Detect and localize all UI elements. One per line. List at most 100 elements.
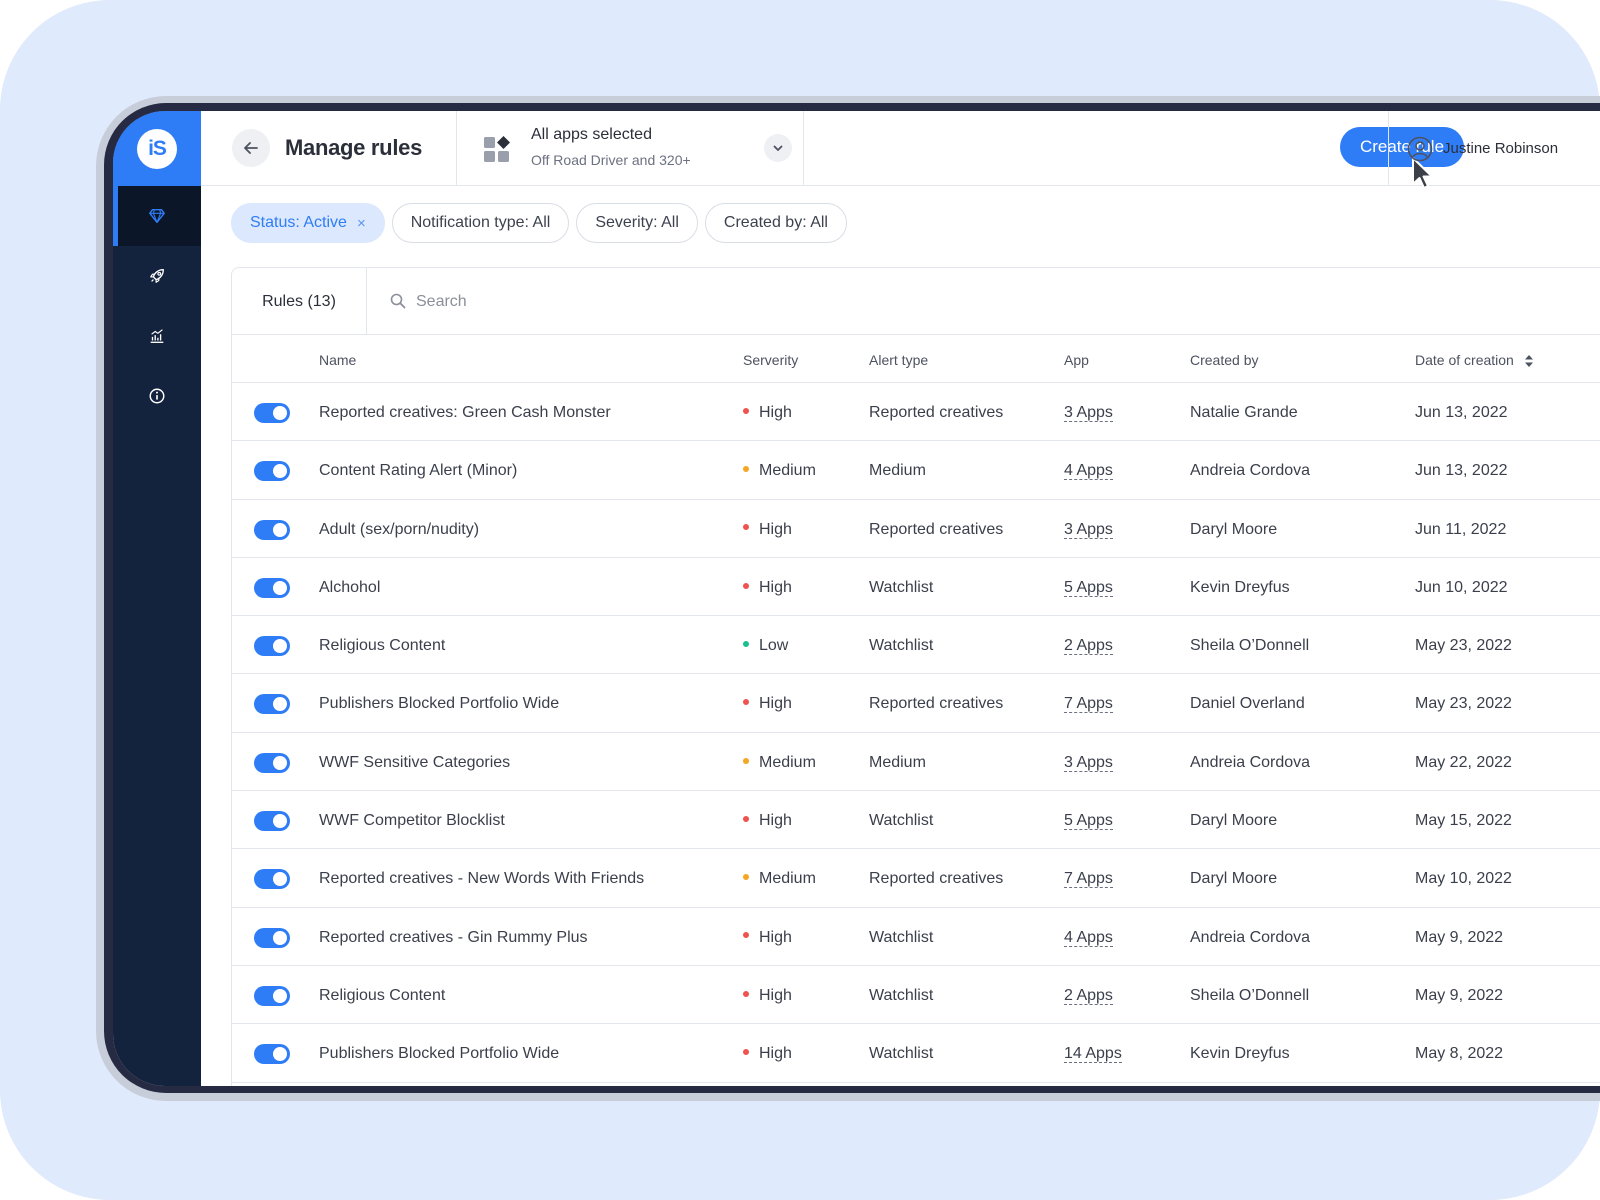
rule-name[interactable]: Publishers Blocked Portfolio Wide (319, 695, 559, 713)
rule-name[interactable]: Content Rating Alert (Minor) (319, 462, 517, 480)
rule-name[interactable]: Reported creatives: Green Cash Monster (319, 404, 611, 422)
apps-cell: 14 Apps (1064, 1045, 1122, 1064)
rule-enabled-toggle[interactable] (254, 403, 290, 423)
rule-name[interactable]: WWF Competitor Blocklist (319, 812, 505, 830)
apps-link[interactable]: 4 Apps (1064, 462, 1113, 481)
sidebar-item-launch[interactable] (113, 246, 201, 306)
rule-enabled-toggle[interactable] (254, 1044, 290, 1065)
apps-link[interactable]: 14 Apps (1064, 1045, 1122, 1064)
header-divider (803, 111, 804, 186)
table-row[interactable]: WWF Sensitive Categories Medium Medium 3 Ap… (232, 733, 1600, 792)
app-selector-dropdown[interactable] (764, 134, 792, 162)
table-row[interactable]: Reported creatives - Gin Rummy Plus High W… (232, 908, 1600, 966)
rule-name[interactable]: Alchohol (319, 579, 380, 597)
apps-cell: 7 Apps (1064, 870, 1113, 889)
severity-label: Medium (759, 462, 816, 480)
search-input[interactable] (416, 288, 816, 316)
created-by: Daniel Overland (1190, 695, 1305, 713)
filter-chip-label: Severity: All (595, 214, 679, 231)
rule-enabled-toggle[interactable] (254, 869, 290, 890)
severity-dot (743, 932, 749, 939)
filter-chip-severity[interactable]: Severity: All (576, 203, 698, 243)
table-row[interactable]: Alchohol High Watchlist 5 Apps Kevin Dreyfus… (232, 558, 1600, 617)
severity-label: High (759, 520, 792, 538)
apps-link[interactable]: 2 Apps (1064, 986, 1113, 1005)
close-icon[interactable]: × (357, 215, 366, 232)
rule-name[interactable]: Religious Content (319, 987, 445, 1005)
severity-label: High (759, 928, 792, 946)
column-header-name[interactable]: Name (319, 352, 356, 368)
severity-label: High (759, 695, 792, 713)
rule-enabled-toggle[interactable] (254, 519, 290, 540)
created-by: Daryl Moore (1190, 870, 1278, 888)
apps-link[interactable]: 3 Apps (1064, 753, 1113, 772)
created-by: Andreia Cordova (1190, 462, 1311, 480)
severity-label: Medium (759, 870, 816, 888)
app-window: iS Manage rules All apps selected Off Ro… (113, 111, 1600, 1086)
apps-link[interactable]: 7 Apps (1064, 695, 1113, 714)
rule-name[interactable]: Reported creatives - New Words With Frie… (319, 870, 644, 888)
rule-enabled-toggle[interactable] (254, 927, 290, 948)
rules-toolbar: Rules (13) (232, 268, 1600, 335)
table-row[interactable]: Reported creatives: Green Cash Monster Hi… (232, 383, 1600, 442)
rule-enabled-toggle[interactable] (254, 811, 290, 832)
severity-label: High (759, 812, 792, 830)
back-button[interactable] (232, 129, 270, 167)
alert-type: Watchlist (869, 986, 934, 1004)
apps-link[interactable]: 3 Apps (1064, 404, 1113, 422)
apps-link[interactable]: 2 Apps (1064, 637, 1113, 656)
rules-panel: Rules (13) Name Serverity Alert type App… (231, 267, 1600, 1086)
table-row[interactable]: Reported creatives - New Words With Frie… (232, 849, 1600, 908)
rule-name[interactable]: WWF Sensitive Categories (319, 754, 510, 772)
logo-area[interactable]: iS (113, 111, 201, 186)
alert-type: Watchlist (869, 928, 934, 946)
apps-link[interactable]: 7 Apps (1064, 870, 1113, 889)
table-row[interactable]: WWF Competitor Blocklist High Watchlist 5 A… (232, 791, 1600, 850)
sidebar-item-info[interactable] (113, 366, 201, 426)
table-row[interactable]: Publishers Blocked Portfolio Wide High Rep… (232, 674, 1600, 733)
filter-chip-created-by[interactable]: Created by: All (704, 203, 847, 243)
filter-chip-status[interactable]: Status: Active × (231, 203, 385, 243)
sidebar-item-analytics[interactable] (113, 306, 201, 366)
sort-icon[interactable] (1524, 354, 1534, 368)
apps-link[interactable]: 5 Apps (1064, 578, 1113, 597)
column-header-date[interactable]: Date of creation (1415, 352, 1534, 368)
rule-enabled-toggle[interactable] (254, 461, 290, 482)
rule-enabled-toggle[interactable] (254, 985, 290, 1006)
rule-enabled-toggle[interactable] (254, 752, 290, 773)
rule-name[interactable]: Publishers Blocked Portfolio Wide (319, 1045, 559, 1063)
table-row[interactable]: Religious Content High Watchlist 2 Apps Shei… (232, 966, 1600, 1025)
column-header-created-by[interactable]: Created by (1190, 352, 1258, 368)
table-row[interactable]: Adult (sex/porn/nudity) High Reported crea… (232, 500, 1600, 558)
filter-bar: Status: Active × Notification type: All … (231, 203, 854, 243)
rule-enabled-toggle[interactable] (254, 577, 290, 598)
rule-name[interactable]: Religious Content (319, 637, 445, 655)
table-body: Reported creatives: Green Cash Monster Hi… (232, 383, 1600, 1083)
column-header-alert-type[interactable]: Alert type (869, 352, 928, 368)
table-row[interactable]: Religious Content Low Watchlist 2 Apps Sheil… (232, 616, 1600, 675)
apps-link[interactable]: 3 Apps (1064, 520, 1113, 539)
filter-chip-notification-type[interactable]: Notification type: All (391, 203, 570, 243)
rule-name[interactable]: Reported creatives - Gin Rummy Plus (319, 929, 588, 947)
sidebar-item-rules[interactable] (113, 186, 201, 246)
severity-cell: High (743, 579, 792, 597)
header-divider (1388, 111, 1389, 186)
apps-cell: 2 Apps (1064, 986, 1113, 1005)
column-header-severity[interactable]: Serverity (743, 352, 798, 368)
date-of-creation: Jun 11, 2022 (1415, 520, 1507, 538)
rule-name[interactable]: Adult (sex/porn/nudity) (319, 521, 479, 539)
sidebar: iS (113, 111, 201, 1086)
severity-label: High (759, 404, 792, 421)
apps-cell: 5 Apps (1064, 812, 1113, 831)
rule-enabled-toggle[interactable] (254, 694, 290, 715)
tab-rules[interactable]: Rules (13) (232, 268, 367, 335)
column-header-app[interactable]: App (1064, 352, 1089, 368)
apps-link[interactable]: 5 Apps (1064, 812, 1113, 831)
table-row[interactable]: Content Rating Alert (Minor) Medium Medium… (232, 441, 1600, 500)
table-row[interactable]: Publishers Blocked Portfolio Wide High Wat… (232, 1024, 1600, 1083)
severity-cell: High (743, 404, 792, 422)
apps-link[interactable]: 4 Apps (1064, 928, 1113, 947)
rule-enabled-toggle[interactable] (254, 636, 290, 657)
created-by: Sheila O’Donnell (1190, 986, 1310, 1004)
app-selector-subtitle: Off Road Driver and 320+ (531, 152, 691, 168)
